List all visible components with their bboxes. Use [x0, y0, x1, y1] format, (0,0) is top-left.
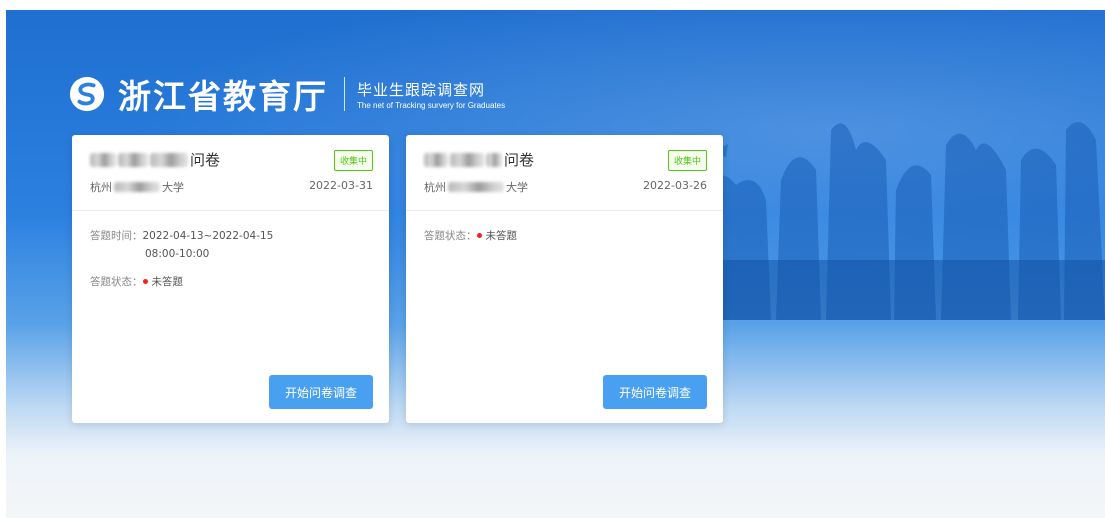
school-prefix: 杭州: [424, 181, 446, 194]
answer-time-value: 2022-04-13~2022-04-15: [142, 230, 274, 242]
answer-time-row: 答题时间： 2022-04-13~2022-04-15: [90, 227, 371, 245]
answer-status-label: 答题状态：: [424, 230, 477, 242]
survey-card: 问卷 收集中 杭州 大学 2022-03-31 答题时间： 2022-04-13…: [72, 135, 389, 423]
answer-status-label: 答题状态：: [90, 276, 143, 288]
answer-time-label: 答题时间：: [90, 230, 143, 242]
redacted-text: [448, 182, 504, 192]
start-survey-button[interactable]: 开始问卷调查: [269, 375, 373, 409]
survey-title-suffix: 问卷: [504, 151, 535, 169]
school-name: 杭州 大学: [424, 179, 528, 195]
survey-card-header: 问卷 收集中 杭州 大学 2022-03-31: [72, 135, 389, 211]
redacted-text: [150, 152, 188, 167]
answer-status-row: 答题状态： 未答题: [424, 227, 705, 245]
ministry-name: 浙江省教育厅: [118, 77, 328, 116]
answer-status-row: 答题状态： 未答题: [90, 273, 371, 291]
answer-status-value: 未答题: [151, 276, 184, 288]
header-divider: [344, 77, 345, 111]
redacted-text: [450, 152, 484, 167]
survey-date: 2022-03-26: [643, 179, 707, 192]
redacted-text: [114, 182, 160, 192]
answer-status-value: 未答题: [485, 230, 518, 242]
survey-date: 2022-03-31: [309, 179, 373, 192]
page-background: 浙江省教育厅 毕业生跟踪调查网 The net of Tracking surv…: [6, 10, 1105, 518]
status-dot-icon: [142, 279, 148, 284]
redacted-text: [118, 152, 148, 167]
survey-title: 问卷: [90, 149, 220, 170]
site-name: 毕业生跟踪调查网: [357, 80, 486, 99]
redacted-text: [486, 152, 502, 167]
status-dot-icon: [476, 233, 482, 238]
ministry-logo-icon: [69, 76, 105, 112]
redacted-text: [424, 152, 448, 167]
school-suffix: 大学: [162, 181, 184, 194]
survey-card: 问卷 收集中 杭州 大学 2022-03-26 答题状态： 未答题 开始问卷调查: [406, 135, 723, 423]
survey-title-suffix: 问卷: [190, 151, 221, 169]
survey-card-body: 答题时间： 2022-04-13~2022-04-15 08:00-10:00 …: [72, 211, 389, 311]
school-suffix: 大学: [506, 181, 528, 194]
school-prefix: 杭州: [90, 181, 112, 194]
survey-card-header: 问卷 收集中 杭州 大学 2022-03-26: [406, 135, 723, 211]
site-title-block: 毕业生跟踪调查网 The net of Tracking survery for…: [357, 79, 505, 110]
site-header: 浙江省教育厅 毕业生跟踪调查网 The net of Tracking surv…: [68, 72, 505, 116]
school-name: 杭州 大学: [90, 179, 184, 195]
survey-card-body: 答题状态： 未答题: [406, 211, 723, 265]
status-badge: 收集中: [333, 150, 373, 171]
site-name-en: The net of Tracking survery for Graduate…: [357, 100, 506, 110]
redacted-text: [90, 152, 116, 167]
answer-time-hours: 08:00-10:00: [145, 248, 210, 260]
survey-title: 问卷: [424, 149, 534, 170]
start-survey-button[interactable]: 开始问卷调查: [603, 375, 707, 409]
status-badge: 收集中: [667, 150, 707, 171]
